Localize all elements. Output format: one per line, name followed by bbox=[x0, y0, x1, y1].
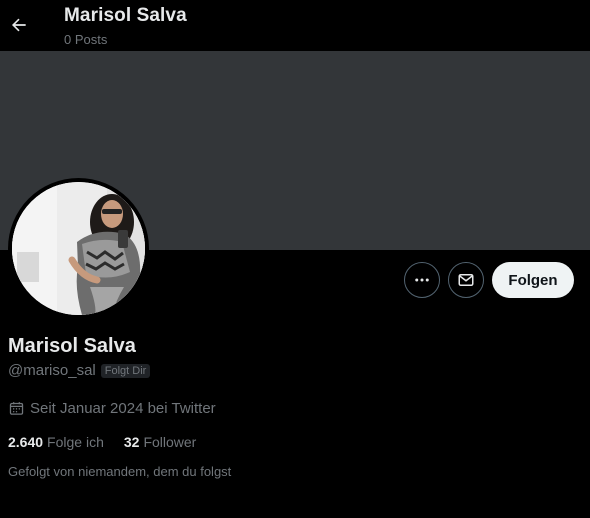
followed-by-text: Gefolgt von niemandem, dem du folgst bbox=[8, 464, 232, 479]
profile-display-name: Marisol Salva bbox=[8, 335, 136, 357]
following-link[interactable]: 2.640 Folge ich bbox=[8, 434, 104, 450]
joined-date: Seit Januar 2024 bei Twitter bbox=[30, 400, 216, 417]
profile-handle: @mariso_sal bbox=[8, 362, 96, 379]
followers-label: Follower bbox=[143, 434, 197, 450]
profile-page: Marisol Salva 0 Posts Folgen Marisol Sal… bbox=[0, 0, 590, 518]
follow-button[interactable]: Folgen bbox=[492, 262, 574, 298]
more-horizontal-icon bbox=[415, 278, 429, 282]
message-button[interactable] bbox=[448, 262, 484, 298]
following-label: Folge ich bbox=[47, 434, 104, 450]
avatar[interactable] bbox=[12, 182, 145, 315]
followers-count: 32 bbox=[123, 434, 140, 450]
back-button[interactable] bbox=[4, 7, 34, 43]
avatar-photo bbox=[12, 182, 145, 315]
profile-header-bar: Marisol Salva 0 Posts bbox=[0, 0, 590, 51]
joined-row: Seit Januar 2024 bei Twitter bbox=[8, 400, 216, 417]
following-count: 2.640 bbox=[8, 434, 44, 450]
header-title: Marisol Salva bbox=[64, 5, 187, 26]
mail-icon bbox=[458, 274, 474, 286]
header-posts-count: 0 Posts bbox=[64, 32, 108, 47]
arrow-left-icon bbox=[11, 18, 26, 32]
follow-stats: 2.640 Folge ich 32 Follower bbox=[8, 434, 216, 450]
follows-you-badge: Folgt Dir bbox=[100, 363, 151, 378]
calendar-icon bbox=[9, 402, 24, 415]
handle-row: @mariso_sal Folgt Dir bbox=[8, 362, 151, 379]
more-button[interactable] bbox=[404, 262, 440, 298]
followers-link[interactable]: 32 Follower bbox=[124, 434, 196, 450]
